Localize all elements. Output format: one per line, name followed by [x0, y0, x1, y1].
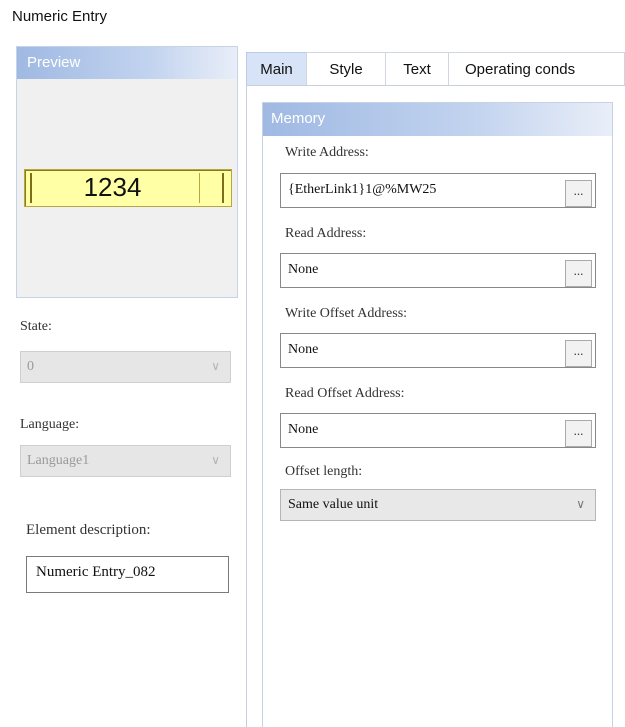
language-label: Language:: [20, 417, 80, 432]
write-offset-address-value: None: [288, 342, 319, 357]
preview-value: 1234: [83, 172, 142, 202]
tab-text[interactable]: Text: [385, 52, 449, 85]
read-address-browse-button[interactable]: ...: [565, 260, 592, 287]
element-description-input[interactable]: Numeric Entry_082: [26, 556, 229, 593]
tab-operating-conds[interactable]: Operating conds: [448, 52, 625, 85]
chevron-down-icon: ∨: [211, 453, 220, 467]
write-address-label: Write Address:: [285, 145, 369, 160]
language-select[interactable]: Language1 ∨: [20, 445, 231, 477]
preview-right-button: [199, 173, 224, 203]
window-title: Numeric Entry: [12, 8, 108, 25]
write-offset-address-field[interactable]: None: [280, 333, 596, 368]
read-offset-address-field[interactable]: None: [280, 413, 596, 448]
state-value: 0: [27, 359, 34, 374]
element-description-label: Element description:: [26, 522, 151, 538]
chevron-down-icon: ∨: [576, 497, 585, 511]
tab-style[interactable]: Style: [306, 52, 386, 85]
read-address-value: None: [288, 262, 319, 277]
state-select[interactable]: 0 ∨: [20, 351, 231, 383]
offset-length-label: Offset length:: [285, 464, 363, 479]
write-address-value: {EtherLink1}1@%MW25: [288, 182, 437, 197]
write-offset-browse-button[interactable]: ...: [565, 340, 592, 367]
read-offset-address-label: Read Offset Address:: [285, 386, 405, 401]
offset-length-value: Same value unit: [288, 497, 379, 512]
write-address-field[interactable]: {EtherLink1}1@%MW25: [280, 173, 596, 208]
numeric-entry-preview: 1234: [24, 169, 232, 207]
state-label: State:: [20, 319, 52, 334]
read-offset-browse-button[interactable]: ...: [565, 420, 592, 447]
read-address-field[interactable]: None: [280, 253, 596, 288]
write-address-browse-button[interactable]: ...: [565, 180, 592, 207]
offset-length-select[interactable]: Same value unit ∨: [280, 489, 596, 521]
language-value: Language1: [27, 453, 90, 468]
read-offset-address-value: None: [288, 422, 319, 437]
chevron-down-icon: ∨: [211, 359, 220, 373]
tab-main[interactable]: Main: [246, 52, 307, 85]
read-address-label: Read Address:: [285, 226, 367, 241]
preview-panel: Preview 1234: [16, 46, 238, 298]
memory-header: Memory: [263, 103, 612, 136]
write-offset-address-label: Write Offset Address:: [285, 306, 408, 321]
preview-header: Preview: [17, 47, 237, 79]
